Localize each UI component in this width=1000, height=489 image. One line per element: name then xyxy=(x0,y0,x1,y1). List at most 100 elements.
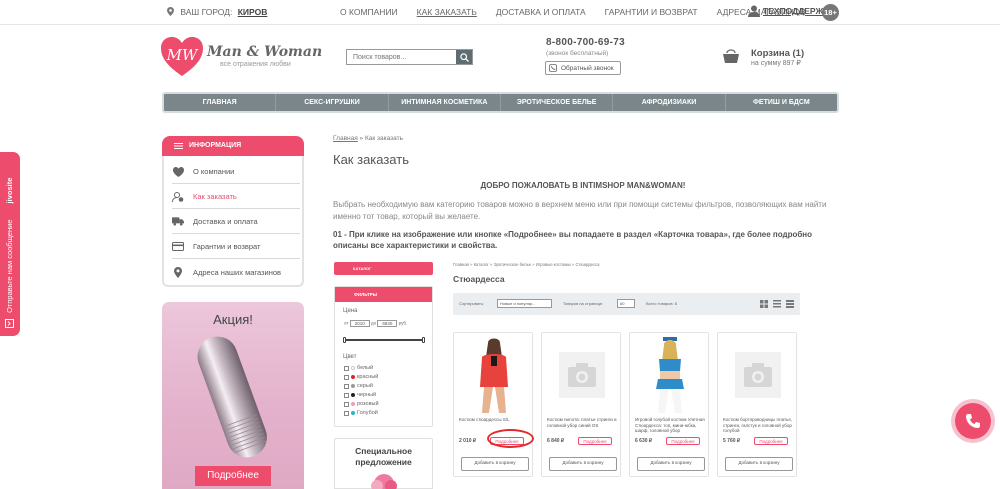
example-catalog-label: КАТАЛОГ xyxy=(353,266,372,271)
phone-icon xyxy=(966,414,980,428)
top-nav-guarantees[interactable]: ГАРАНТИИ И ВОЗВРАТ xyxy=(605,7,698,17)
svg-text:MW: MW xyxy=(166,46,199,64)
product-name: Костюм стюардессы S/L xyxy=(459,417,510,422)
sidebar-header: ИНФОРМАЦИЯ xyxy=(162,136,304,156)
example-color-option: черный xyxy=(344,392,376,398)
card-icon xyxy=(172,242,184,252)
flower-image xyxy=(371,474,397,489)
sidebar-item-label: Как заказать xyxy=(193,192,237,201)
sidebar-menu: О компании Как заказать Доставка и оплат… xyxy=(162,156,304,287)
example-color-option: Голубой xyxy=(344,410,378,416)
intro-text: Выбрать необходимую вам категорию товаро… xyxy=(333,200,827,221)
breadcrumb-home[interactable]: Главная xyxy=(333,135,358,142)
main-nav-lingerie[interactable]: ЭРОТИЧЕСКОЕ БЕЛЬЕ xyxy=(501,94,614,111)
example-price-to: до xyxy=(371,320,377,326)
phone-note: (звонок бесплатный) xyxy=(546,50,609,57)
product-more-button: Подробнее xyxy=(578,437,612,445)
example-sort-select: Новые и популяр... xyxy=(497,299,552,308)
phone-number[interactable]: 8-800-700-69-73 xyxy=(546,37,625,48)
promo-banner[interactable]: Акция! Подробнее xyxy=(162,302,304,489)
top-nav-about[interactable]: О КОМПАНИИ xyxy=(340,7,398,17)
vibrator-image xyxy=(197,336,267,458)
user-icon xyxy=(172,191,184,202)
welcome-heading: ДОБРО ПОЖАЛОВАТЬ В INTIMSHOP MAN&WOMAN! xyxy=(480,181,686,190)
example-category-title: Стюардесса xyxy=(453,274,505,284)
callback-label: Обратный звонок xyxy=(561,64,614,72)
logo-tagline: все отражения любви xyxy=(220,61,291,68)
sidebar-item-delivery[interactable]: Доставка и оплата xyxy=(172,210,300,234)
sidebar-item-label: Адреса наших магазинов xyxy=(193,267,281,277)
example-per-page-label: Товаров на странице: xyxy=(563,301,604,306)
product-name: Костюм бортпроводницы платье, стринги, г… xyxy=(723,417,793,433)
product-photo xyxy=(460,337,528,413)
age-badge: 18+ xyxy=(822,4,839,21)
example-breadcrumb: Главная » Каталог » Эротическое белье » … xyxy=(453,262,600,267)
product-add-to-cart-button: Добавить в корзину xyxy=(637,457,705,471)
product-name: Игровой голубой костюм Улетная Стюардесс… xyxy=(635,417,705,433)
main-nav-toys[interactable]: СЕКС-ИГРУШКИ xyxy=(276,94,389,111)
call-button[interactable] xyxy=(955,403,991,439)
top-nav-how-to-order[interactable]: КАК ЗАКАЗАТЬ xyxy=(417,7,477,17)
logo-heart-icon[interactable]: MW xyxy=(161,37,203,77)
feedback-label: Отправьте нам сообщение xyxy=(5,219,14,313)
sidebar-item-about[interactable]: О компании xyxy=(172,160,300,184)
example-price-label: Цена xyxy=(343,308,358,314)
product-more-button: Подробнее xyxy=(666,437,700,445)
top-bar: ВАШ ГОРОД: КИРОВ О КОМПАНИИ КАК ЗАКАЗАТЬ… xyxy=(0,0,1000,25)
example-sort-label: Сортировать: xyxy=(459,301,485,306)
logo-name[interactable]: Man & Woman xyxy=(207,44,322,60)
sidebar-item-stores[interactable]: Адреса наших магазинов xyxy=(172,260,300,284)
example-product-card: Игровой голубой костюм Улетная Стюардесс… xyxy=(629,332,709,477)
breadcrumb-separator: » xyxy=(357,135,365,142)
promo-title: Акция! xyxy=(213,312,253,327)
page-title: Как заказать xyxy=(333,152,409,167)
sidebar-item-how-to-order[interactable]: Как заказать xyxy=(172,185,300,209)
main-nav-home[interactable]: ГЛАВНАЯ xyxy=(164,94,277,111)
cart-basket-icon[interactable] xyxy=(722,47,740,65)
product-price: 2 010 ₽ xyxy=(459,438,477,444)
search-button[interactable] xyxy=(456,50,472,64)
product-add-to-cart-button: Добавить в корзину xyxy=(725,457,793,471)
product-price: 6 840 ₽ xyxy=(547,438,565,444)
main-nav-cosmetics[interactable]: ИНТИМНАЯ КОСМЕТИКА xyxy=(389,94,501,111)
example-price-from: от xyxy=(344,320,349,326)
callback-button[interactable]: Обратный звонок xyxy=(545,61,621,75)
main-nav-fetish[interactable]: ФЕТИШ И БДСМ xyxy=(726,94,837,111)
example-per-page-select: 60 xyxy=(617,299,635,308)
search-input[interactable] xyxy=(347,50,456,64)
example-price-min: 2010 xyxy=(349,320,370,327)
example-product-card: Костюм бортпроводницы платье, стринги, г… xyxy=(717,332,797,477)
sidebar-item-guarantees[interactable]: Гарантии и возврат xyxy=(172,235,300,259)
search-icon xyxy=(459,52,469,62)
promo-more-button[interactable]: Подробнее xyxy=(195,466,271,486)
city-label: ВАШ ГОРОД: xyxy=(180,7,233,17)
main-nav-aphrodisiacs[interactable]: АФРОДИЗИАКИ xyxy=(613,94,726,111)
cart-title[interactable]: Корзина (1) xyxy=(751,48,804,59)
city-value[interactable]: КИРОВ xyxy=(238,7,268,17)
product-price: 6 630 ₽ xyxy=(635,438,653,444)
product-add-to-cart-button: Добавить в корзину xyxy=(549,457,617,471)
view-toggle-icons xyxy=(760,300,794,308)
city-selector[interactable]: ВАШ ГОРОД: КИРОВ xyxy=(167,7,267,17)
example-price-range: от 2010 до 6840 руб. xyxy=(344,320,407,327)
example-slider-knob-min xyxy=(343,337,346,343)
example-filters-header: ФИЛЬТРЫ xyxy=(335,287,432,302)
feedback-brand: jivosite xyxy=(5,177,14,204)
example-color-label: Цвет xyxy=(343,354,357,360)
example-currency: руб. xyxy=(398,320,408,326)
pin-icon xyxy=(172,266,184,278)
sidebar-item-label: Гарантии и возврат xyxy=(193,242,261,251)
example-color-option: красный xyxy=(344,374,378,380)
example-price-max: 6840 xyxy=(377,320,398,327)
example-price-slider xyxy=(343,337,425,343)
example-product-card: Костюм стюардессы S/L 2 010 ₽ Подробнее … xyxy=(453,332,533,477)
example-product-card: Костюм пилота: платье стринги и головной… xyxy=(541,332,621,477)
search-box xyxy=(346,49,473,65)
top-nav-delivery[interactable]: ДОСТАВКА И ОПЛАТА xyxy=(496,7,586,17)
highlight-circle xyxy=(487,429,534,448)
feedback-tab[interactable]: Отправьте нам сообщение jivosite xyxy=(0,152,20,336)
example-slider-knob-max xyxy=(422,337,425,343)
product-photo xyxy=(636,337,704,413)
camera-icon xyxy=(548,337,616,413)
example-color-option: розовый xyxy=(344,401,379,407)
